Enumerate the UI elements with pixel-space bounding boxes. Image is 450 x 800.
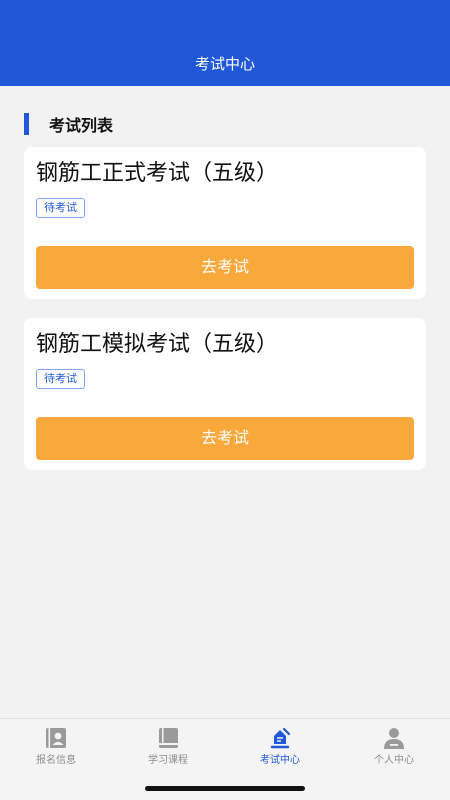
- status-badge: 待考试: [36, 198, 85, 218]
- book-icon: [159, 728, 178, 748]
- section-title: 考试列表: [49, 116, 114, 135]
- exam-card: 钢筋工模拟考试（五级） 待考试 去考试: [24, 318, 426, 470]
- tab-label: 报名信息: [36, 755, 76, 766]
- section-accent-bar: [24, 113, 29, 135]
- status-badge: 待考试: [36, 369, 85, 389]
- exam-title: 钢筋工模拟考试（五级）: [36, 332, 279, 357]
- tab-label: 个人中心: [374, 755, 414, 766]
- person-icon: [384, 728, 404, 749]
- tab-courses[interactable]: 学习课程: [112, 725, 224, 771]
- tab-label: 考试中心: [260, 755, 300, 766]
- tab-exam-center[interactable]: 考试中心: [224, 725, 336, 771]
- id-card-icon: [46, 728, 66, 748]
- start-exam-button[interactable]: 去考试: [36, 417, 414, 460]
- tab-registration-info[interactable]: 报名信息: [0, 725, 112, 771]
- section-heading: 考试列表: [24, 112, 113, 136]
- home-indicator: [145, 786, 305, 791]
- exam-title: 钢筋工正式考试（五级）: [36, 161, 279, 186]
- exam-card: 钢筋工正式考试（五级） 待考试 去考试: [24, 147, 426, 299]
- start-exam-button[interactable]: 去考试: [36, 246, 414, 289]
- tab-label: 学习课程: [148, 755, 188, 766]
- header-bar: 考试中心: [0, 0, 450, 86]
- tab-profile[interactable]: 个人中心: [338, 725, 450, 771]
- exam-icon: [270, 727, 291, 749]
- page-title: 考试中心: [194, 55, 255, 73]
